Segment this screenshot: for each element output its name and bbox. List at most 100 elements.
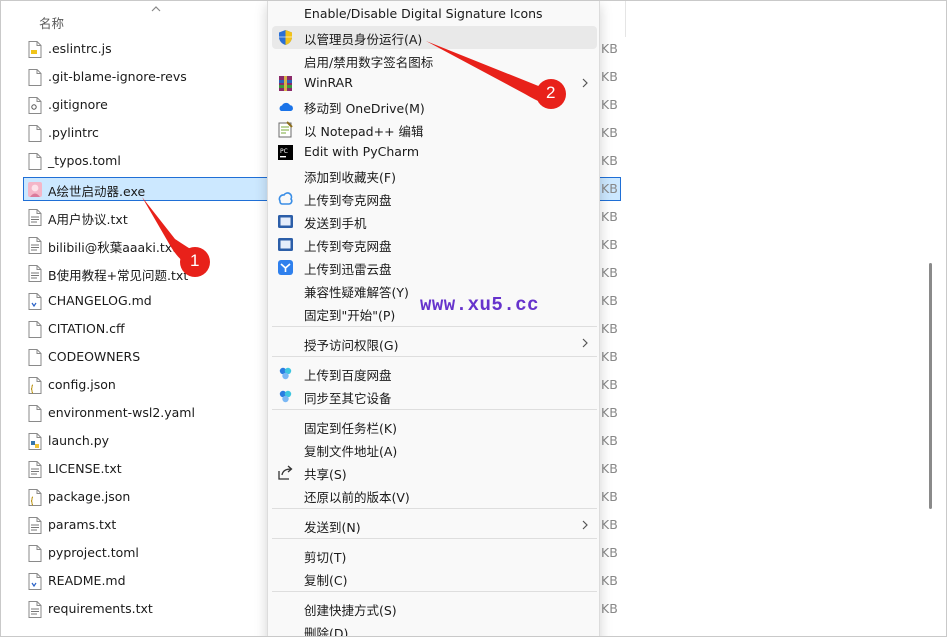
- menu-item-label: 复制(C): [304, 573, 348, 588]
- python-file-icon: [28, 433, 42, 450]
- menu-item-label: 上传到百度网盘: [304, 368, 392, 383]
- file-name: .git-blame-ignore-revs: [48, 69, 187, 84]
- menu-item-label: 复制文件地址(A): [304, 444, 398, 459]
- file-name: CITATION.cff: [48, 321, 125, 336]
- file-size: KB: [601, 181, 618, 196]
- menu-item[interactable]: 剪切(T): [272, 544, 597, 567]
- menu-item[interactable]: Enable/Disable Digital Signature Icons: [272, 3, 597, 26]
- menu-item[interactable]: 复制文件地址(A): [272, 438, 597, 461]
- baidu-sync-icon: [277, 388, 294, 405]
- file-size: KB: [601, 349, 618, 364]
- menu-item-label: 上传到迅雷云盘: [304, 262, 392, 277]
- menu-item-label: 同步至其它设备: [304, 391, 392, 406]
- file-icon: [28, 545, 42, 562]
- phone-send-icon: [277, 213, 294, 230]
- file-name: bilibili@秋葉aaaki.txt: [48, 240, 178, 255]
- menu-separator: [272, 508, 597, 509]
- file-size: KB: [601, 69, 618, 84]
- sort-ascending-icon: [151, 6, 161, 12]
- menu-item[interactable]: 上传到夸克网盘: [272, 233, 597, 256]
- json-file-icon: [28, 377, 42, 394]
- file-name: pyproject.toml: [48, 545, 139, 560]
- app-icon: [28, 181, 42, 198]
- file-name: CODEOWNERS: [48, 349, 141, 364]
- menu-item-label: 还原以前的版本(V): [304, 490, 410, 505]
- menu-item-label: 上传到夸克网盘: [304, 239, 392, 254]
- text-file-icon: [28, 209, 42, 226]
- file-name: A用户协议.txt: [48, 212, 128, 227]
- md-file-icon: [28, 293, 42, 310]
- file-size: KB: [601, 125, 618, 140]
- file-name: LICENSE.txt: [48, 461, 122, 476]
- menu-item[interactable]: 复制(C): [272, 567, 597, 590]
- menu-item-label: 以管理员身份运行(A): [304, 32, 423, 47]
- text-file-icon: [28, 237, 42, 254]
- menu-item-label: 上传到夸克网盘: [304, 193, 392, 208]
- menu-separator: [272, 326, 597, 327]
- menu-item[interactable]: 启用/禁用数字签名图标: [272, 49, 597, 72]
- file-size: KB: [601, 573, 618, 588]
- menu-item-label: 发送到(N): [304, 520, 361, 535]
- menu-item[interactable]: 上传到迅雷云盘: [272, 256, 597, 279]
- file-name: _typos.toml: [48, 153, 121, 168]
- file-size: KB: [601, 97, 618, 112]
- file-name: README.md: [48, 573, 126, 588]
- menu-item-label: 兼容性疑难解答(Y): [304, 285, 409, 300]
- text-file-icon: [28, 461, 42, 478]
- badge-1-label: 1: [190, 251, 200, 270]
- menu-item[interactable]: 创建快捷方式(S): [272, 597, 597, 620]
- file-icon: [28, 153, 42, 170]
- badge-2-label: 2: [546, 83, 556, 102]
- chevron-right-icon: [582, 520, 588, 530]
- chevron-right-icon: [582, 78, 588, 88]
- menu-item[interactable]: 以管理员身份运行(A): [272, 26, 597, 49]
- menu-separator: [272, 409, 597, 410]
- file-size: KB: [601, 41, 618, 56]
- menu-item[interactable]: 发送到手机: [272, 210, 597, 233]
- menu-item[interactable]: 授予访问权限(G): [272, 332, 597, 355]
- menu-item[interactable]: 固定到任务栏(K): [272, 415, 597, 438]
- notepadpp-icon: [277, 121, 294, 138]
- file-size: KB: [601, 405, 618, 420]
- baidu-netdisk-icon: [277, 365, 294, 382]
- menu-item[interactable]: 同步至其它设备: [272, 385, 597, 408]
- file-name: .pylintrc: [48, 125, 99, 140]
- winrar-icon: [277, 75, 294, 92]
- file-name: .gitignore: [48, 97, 108, 112]
- json-file-icon: [28, 489, 42, 506]
- file-size: KB: [601, 237, 618, 252]
- svg-text:PC: PC: [280, 148, 288, 155]
- file-name: requirements.txt: [48, 601, 153, 616]
- onedrive-icon: [277, 98, 294, 115]
- menu-item-label: 创建快捷方式(S): [304, 603, 397, 618]
- menu-item[interactable]: 发送到(N): [272, 514, 597, 537]
- name-column-header[interactable]: 名称: [39, 13, 64, 32]
- file-size: KB: [601, 265, 618, 280]
- file-size: KB: [601, 517, 618, 532]
- file-name: B使用教程+常见问题.txt: [48, 268, 189, 283]
- file-name: launch.py: [48, 433, 110, 448]
- file-name: .eslintrc.js: [48, 41, 112, 56]
- menu-item[interactable]: 共享(S): [272, 461, 597, 484]
- uac-shield-icon: [277, 29, 294, 46]
- quark-upload-icon: [277, 236, 294, 253]
- menu-item-label: Enable/Disable Digital Signature Icons: [304, 6, 543, 21]
- menu-item[interactable]: 删除(D): [272, 620, 597, 636]
- menu-item[interactable]: PC Edit with PyCharm: [272, 141, 597, 164]
- menu-item-label: 发送到手机: [304, 216, 367, 231]
- menu-item[interactable]: 添加到收藏夹(F): [272, 164, 597, 187]
- menu-item-label: Edit with PyCharm: [304, 144, 420, 159]
- menu-item[interactable]: 以 Notepad++ 编辑: [272, 118, 597, 141]
- menu-item-label: 授予访问权限(G): [304, 338, 399, 353]
- menu-item[interactable]: 上传到百度网盘: [272, 362, 597, 385]
- watermark-text: www.xu5.cc: [420, 294, 540, 316]
- file-size: KB: [601, 545, 618, 560]
- file-name: CHANGELOG.md: [48, 293, 152, 308]
- md-file-icon: [28, 573, 42, 590]
- menu-item[interactable]: 还原以前的版本(V): [272, 484, 597, 507]
- vertical-scrollbar[interactable]: [929, 263, 932, 509]
- menu-separator: [272, 538, 597, 539]
- share-icon: [277, 464, 294, 481]
- file-size: KB: [601, 377, 618, 392]
- menu-item[interactable]: 上传到夸克网盘: [272, 187, 597, 210]
